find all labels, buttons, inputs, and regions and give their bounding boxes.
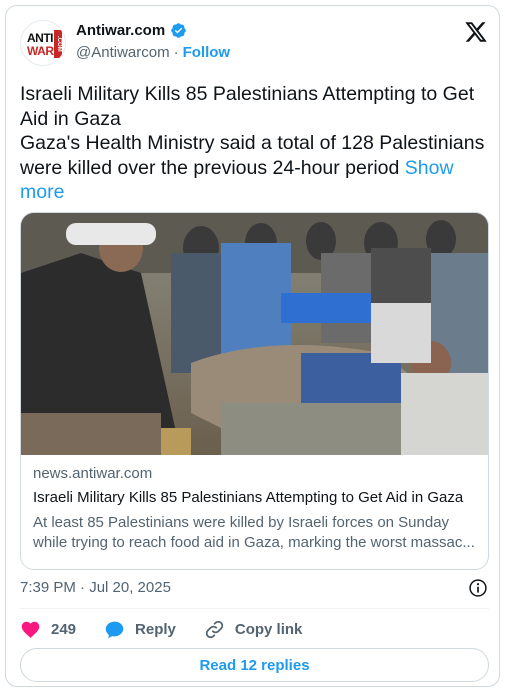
- tweet-text: Israeli Military Kills 85 Palestinians A…: [20, 82, 492, 205]
- link-icon: [205, 620, 224, 638]
- follow-button[interactable]: Follow: [183, 44, 231, 61]
- timestamp-row: 7:39 PM · Jul 20, 2025: [20, 576, 488, 600]
- reply-button[interactable]: Reply: [104, 619, 176, 640]
- like-count: 249: [51, 620, 77, 638]
- handle[interactable]: @Antiwarcom: [76, 44, 170, 61]
- avatar-logo-text-anti: ANTI: [27, 31, 54, 45]
- display-name[interactable]: Antiwar.com: [76, 22, 165, 39]
- timestamp[interactable]: 7:39 PM · Jul 20, 2025: [20, 579, 171, 596]
- link-meta: news.antiwar.com Israeli Military Kills …: [33, 465, 480, 553]
- heart-icon: [21, 621, 40, 638]
- copy-link-button[interactable]: Copy link: [204, 619, 303, 640]
- tweet-header: ANTI WAR .COM Antiwar.com @Antiwarcom · …: [20, 18, 488, 68]
- reply-icon: [105, 621, 124, 638]
- reply-label: Reply: [135, 620, 176, 638]
- handle-row: @Antiwarcom · Follow: [76, 44, 230, 61]
- action-bar: 249 Reply Copy link: [20, 616, 488, 642]
- avatar-logo-text-com: .COM: [54, 30, 62, 58]
- copy-link-label: Copy link: [234, 620, 303, 638]
- like-button[interactable]: 249: [20, 619, 76, 640]
- avatar[interactable]: ANTI WAR .COM: [20, 20, 66, 66]
- tweet-text-line-2: Gaza's Health Ministry said a total of 1…: [20, 131, 492, 205]
- article-photo: [21, 213, 488, 455]
- verified-badge-icon: [171, 23, 186, 38]
- info-icon[interactable]: [468, 578, 488, 598]
- link-preview-card[interactable]: news.antiwar.com Israeli Military Kills …: [20, 212, 489, 570]
- read-replies-button[interactable]: Read 12 replies: [20, 648, 489, 682]
- link-description: At least 85 Palestinians were killed by …: [33, 514, 475, 551]
- tweet-card: ANTI WAR .COM Antiwar.com @Antiwarcom · …: [5, 5, 500, 687]
- separator-dot: ·: [173, 44, 179, 61]
- link-title: Israeli Military Kills 85 Palestinians A…: [33, 489, 464, 506]
- name-row: Antiwar.com: [76, 22, 187, 39]
- avatar-logo-text-war: WAR: [27, 44, 54, 58]
- divider: [20, 608, 489, 609]
- x-logo-icon[interactable]: [464, 20, 488, 44]
- tweet-text-line-1: Israeli Military Kills 85 Palestinians A…: [20, 83, 475, 130]
- link-domain: news.antiwar.com: [33, 465, 153, 482]
